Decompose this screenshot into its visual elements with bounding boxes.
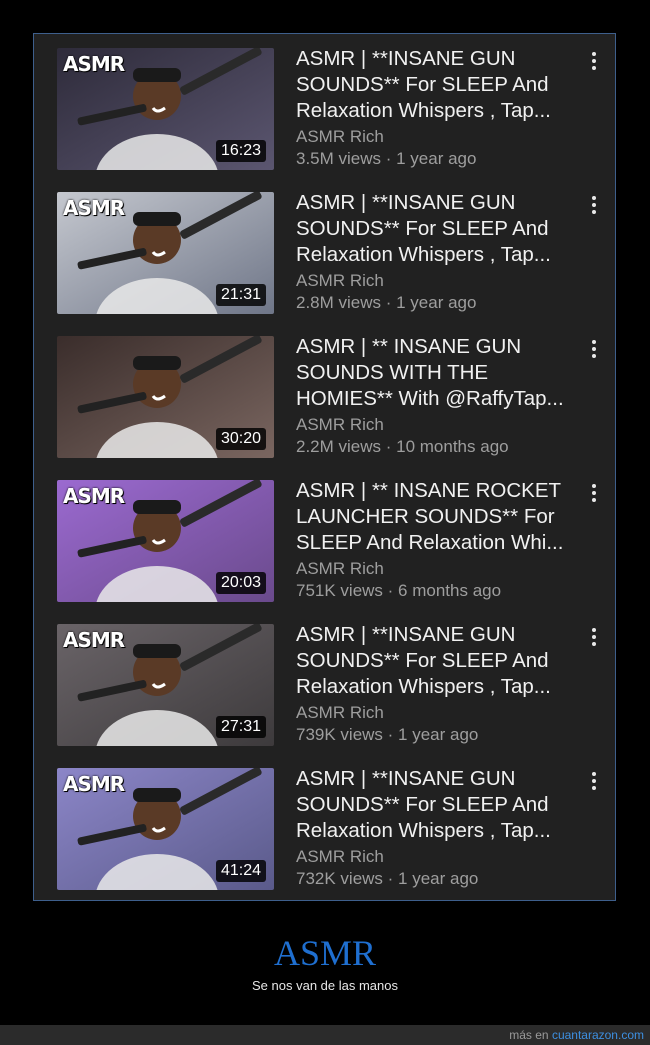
video-info: ASMR | **INSANE GUN SOUNDS** For SLEEP A… — [296, 622, 581, 746]
video-meta: 2.2M views · 10 months ago — [296, 437, 509, 456]
post-title: ASMR — [273, 933, 377, 973]
video-duration: 21:31 — [215, 284, 266, 306]
video-thumbnail[interactable]: ASMR 21:31 — [57, 192, 274, 314]
thumbnail-tag: ASMR — [63, 484, 125, 508]
video-duration: 41:24 — [215, 860, 266, 882]
more-options-icon[interactable] — [584, 338, 604, 360]
video-info: ASMR | ** INSANE ROCKET LAUNCHER SOUNDS*… — [296, 478, 581, 602]
channel-name[interactable]: ASMR Rich — [296, 414, 581, 436]
footer-prefix: más en — [509, 1028, 549, 1042]
video-info: ASMR | ** INSANE GUN SOUNDS WITH THE HOM… — [296, 334, 581, 458]
video-duration: 16:23 — [215, 140, 266, 162]
channel-name[interactable]: ASMR Rich — [296, 702, 581, 724]
site-footer: más en cuantarazon.com — [0, 1025, 650, 1045]
video-meta: 751K views · 6 months ago — [296, 581, 502, 600]
more-options-icon[interactable] — [584, 50, 604, 72]
channel-name[interactable]: ASMR Rich — [296, 558, 581, 580]
channel-name[interactable]: ASMR Rich — [296, 126, 581, 148]
thumbnail-tag: ASMR — [63, 772, 125, 796]
footer-text: más en cuantarazon.com — [509, 1028, 644, 1042]
site-link[interactable]: cuantarazon.com — [552, 1028, 644, 1042]
video-thumbnail[interactable]: ASMR 20:03 — [57, 480, 274, 602]
thumbnail-tag: ASMR — [63, 196, 125, 220]
video-item[interactable]: 30:20 ASMR | ** INSANE GUN SOUNDS WITH T… — [57, 322, 610, 458]
video-list-panel: ASMR 16:23 ASMR | **INSANE GUN SOUNDS** … — [33, 33, 616, 901]
video-item[interactable]: ASMR 21:31 ASMR | **INSANE GUN SOUNDS** … — [57, 178, 610, 314]
video-item[interactable]: ASMR 27:31 ASMR | **INSANE GUN SOUNDS** … — [57, 610, 610, 746]
video-duration: 27:31 — [215, 716, 266, 738]
video-info: ASMR | **INSANE GUN SOUNDS** For SLEEP A… — [296, 190, 581, 314]
more-options-icon[interactable] — [584, 482, 604, 504]
video-meta: 3.5M views · 1 year ago — [296, 149, 477, 168]
video-title[interactable]: ASMR | ** INSANE ROCKET LAUNCHER SOUNDS*… — [296, 478, 581, 556]
video-thumbnail[interactable]: ASMR 27:31 — [57, 624, 274, 746]
thumbnail-tag: ASMR — [63, 628, 125, 652]
video-thumbnail[interactable]: ASMR 41:24 — [57, 768, 274, 890]
channel-name[interactable]: ASMR Rich — [296, 270, 581, 292]
video-duration: 20:03 — [215, 572, 266, 594]
video-title[interactable]: ASMR | **INSANE GUN SOUNDS** For SLEEP A… — [296, 46, 581, 124]
video-info: ASMR | **INSANE GUN SOUNDS** For SLEEP A… — [296, 46, 581, 170]
video-meta: 739K views · 1 year ago — [296, 725, 479, 744]
more-options-icon[interactable] — [584, 194, 604, 216]
video-item[interactable]: ASMR 41:24 ASMR | **INSANE GUN SOUNDS** … — [57, 754, 610, 890]
video-title[interactable]: ASMR | **INSANE GUN SOUNDS** For SLEEP A… — [296, 622, 581, 700]
post-subtitle: Se nos van de las manos — [252, 978, 398, 993]
video-title[interactable]: ASMR | **INSANE GUN SOUNDS** For SLEEP A… — [296, 190, 581, 268]
thumbnail-tag: ASMR — [63, 52, 125, 76]
video-thumbnail[interactable]: ASMR 16:23 — [57, 48, 274, 170]
video-title[interactable]: ASMR | ** INSANE GUN SOUNDS WITH THE HOM… — [296, 334, 581, 412]
video-item[interactable]: ASMR 16:23 ASMR | **INSANE GUN SOUNDS** … — [57, 34, 610, 170]
video-duration: 30:20 — [215, 428, 266, 450]
channel-name[interactable]: ASMR Rich — [296, 846, 581, 868]
more-options-icon[interactable] — [584, 770, 604, 792]
video-meta: 732K views · 1 year ago — [296, 869, 479, 888]
video-title[interactable]: ASMR | **INSANE GUN SOUNDS** For SLEEP A… — [296, 766, 581, 844]
video-meta: 2.8M views · 1 year ago — [296, 293, 477, 312]
video-item[interactable]: ASMR 20:03 ASMR | ** INSANE ROCKET LAUNC… — [57, 466, 610, 602]
video-thumbnail[interactable]: 30:20 — [57, 336, 274, 458]
more-options-icon[interactable] — [584, 626, 604, 648]
video-info: ASMR | **INSANE GUN SOUNDS** For SLEEP A… — [296, 766, 581, 890]
